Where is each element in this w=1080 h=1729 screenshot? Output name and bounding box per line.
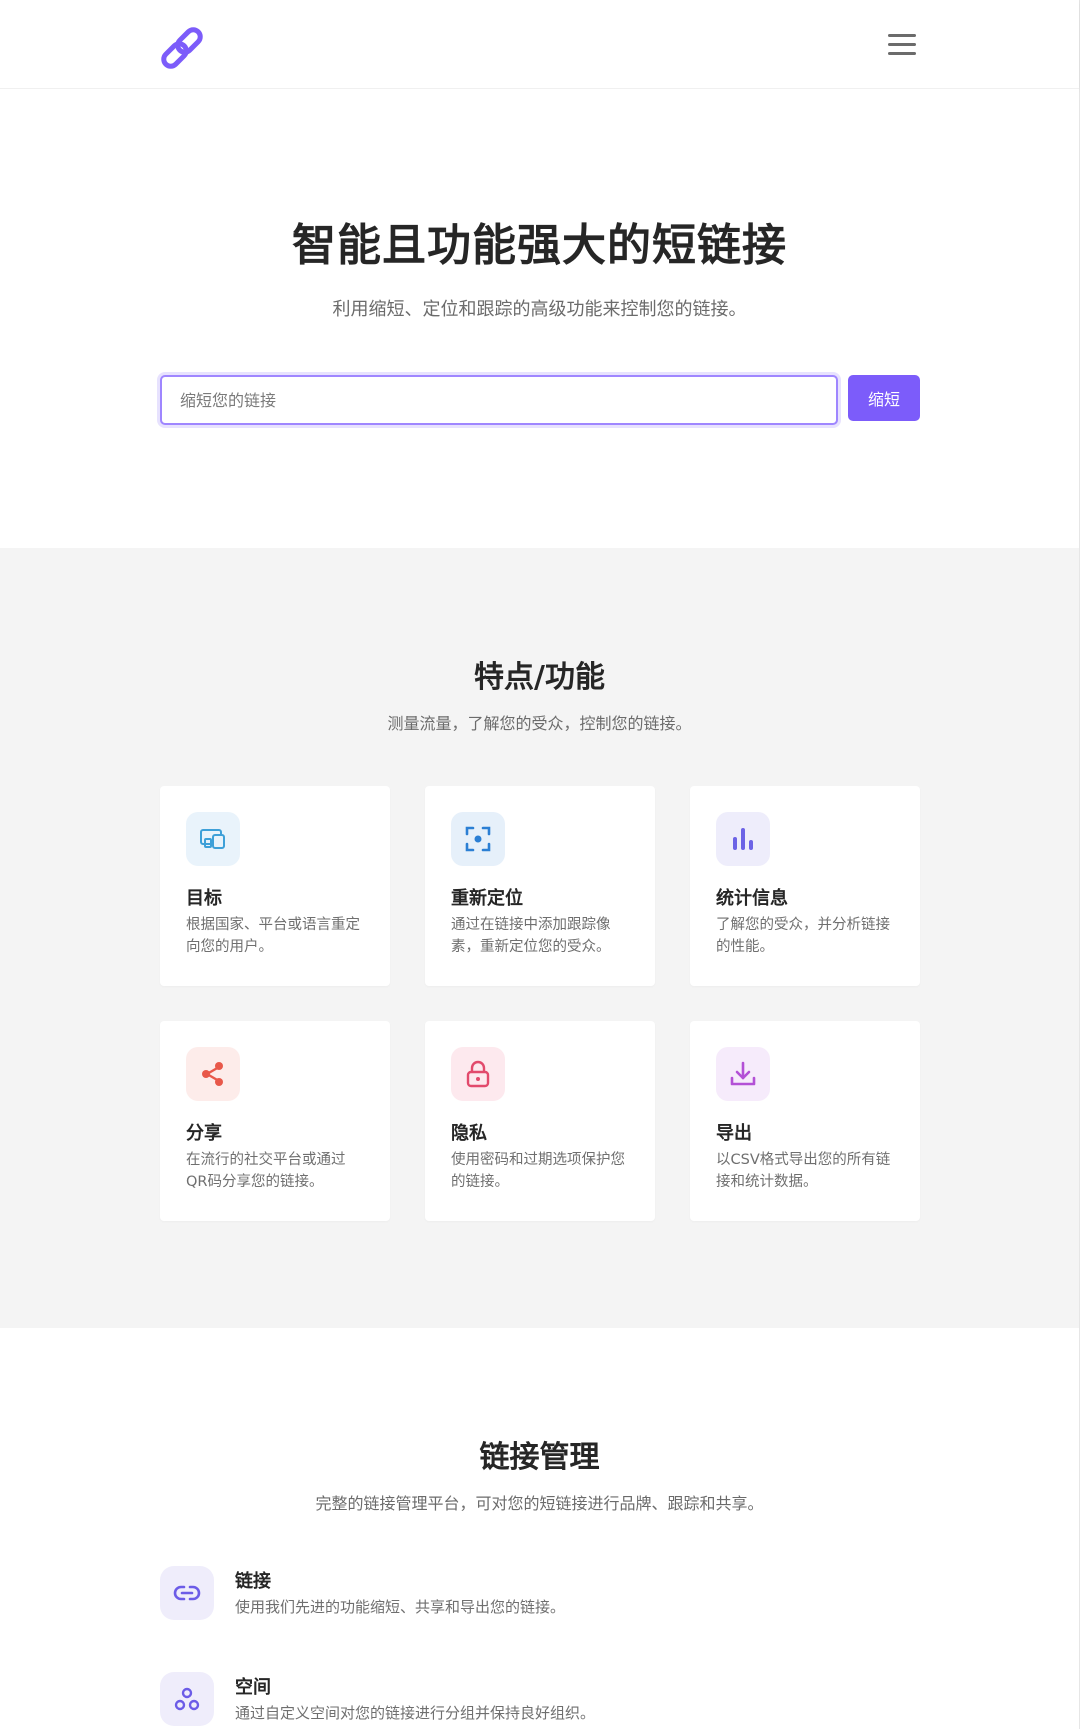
features-subtitle: 测量流量，了解您的受众，控制您的链接。 xyxy=(387,714,692,733)
hamburger-icon-bar xyxy=(888,34,916,37)
features-title: 特点/功能 xyxy=(474,660,605,695)
lock-icon xyxy=(451,1047,505,1101)
feature-card-privacy: 隐私 使用密码和过期选项保护您的链接。 xyxy=(425,1021,655,1221)
feature-card-title: 导出 xyxy=(716,1123,752,1144)
logo-link-icon[interactable] xyxy=(158,26,206,72)
spaces-icon xyxy=(160,1672,214,1726)
hamburger-menu-button[interactable] xyxy=(888,34,918,58)
feature-card-desc: 了解您的受众，并分析链接的性能。 xyxy=(716,917,890,955)
management-item-desc: 通过自定义空间对您的链接进行分组并保持良好组织。 xyxy=(235,1704,596,1722)
hero-subtitle: 利用缩短、定位和跟踪的高级功能来控制您的链接。 xyxy=(332,299,747,320)
management-item-spaces: 空间 通过自定义空间对您的链接进行分组并保持良好组织。 xyxy=(160,1672,860,1726)
feature-card-targeting: 目标 根据国家、平台或语言重定向您的用户。 xyxy=(160,786,390,986)
hamburger-icon-bar xyxy=(888,52,916,55)
share-icon xyxy=(186,1047,240,1101)
management-item-title: 链接 xyxy=(235,1571,271,1592)
link-icon xyxy=(160,1566,214,1620)
link-management-section: 链接管理 完整的链接管理平台，可对您的短链接进行品牌、跟踪和共享。 链接 使用我… xyxy=(0,1328,1079,1729)
devices-icon xyxy=(186,812,240,866)
feature-card-title: 隐私 xyxy=(451,1123,487,1144)
shorten-url-input[interactable] xyxy=(160,375,838,425)
feature-card-export: 导出 以CSV格式导出您的所有链接和统计数据。 xyxy=(690,1021,920,1221)
focus-target-icon xyxy=(451,812,505,866)
feature-card-title: 重新定位 xyxy=(451,888,523,909)
hamburger-icon-bar xyxy=(888,43,916,46)
hero-section: 智能且功能强大的短链接 利用缩短、定位和跟踪的高级功能来控制您的链接。 缩短 xyxy=(0,89,1079,548)
feature-card-desc: 使用密码和过期选项保护您的链接。 xyxy=(451,1152,625,1190)
download-icon xyxy=(716,1047,770,1101)
shorten-button[interactable]: 缩短 xyxy=(848,375,920,421)
management-title: 链接管理 xyxy=(479,1440,600,1475)
feature-card-statistics: 统计信息 了解您的受众，并分析链接的性能。 xyxy=(690,786,920,986)
management-item-title: 空间 xyxy=(235,1677,271,1698)
hero-title: 智能且功能强大的短链接 xyxy=(292,220,787,271)
feature-card-desc: 根据国家、平台或语言重定向您的用户。 xyxy=(186,917,360,955)
feature-card-title: 统计信息 xyxy=(716,888,788,909)
features-section: 特点/功能 测量流量，了解您的受众，控制您的链接。 目标 根据国家、平台或语言重… xyxy=(0,548,1079,1328)
feature-card-desc: 以CSV格式导出您的所有链接和统计数据。 xyxy=(716,1152,891,1190)
feature-card-title: 目标 xyxy=(186,888,222,909)
feature-card-retargeting: 重新定位 通过在链接中添加跟踪像素，重新定位您的受众。 xyxy=(425,786,655,986)
feature-card-title: 分享 xyxy=(186,1123,222,1144)
management-subtitle: 完整的链接管理平台，可对您的短链接进行品牌、跟踪和共享。 xyxy=(315,1494,764,1513)
top-navbar xyxy=(0,0,1079,89)
management-item-links: 链接 使用我们先进的功能缩短、共享和导出您的链接。 xyxy=(160,1566,860,1620)
feature-card-desc: 通过在链接中添加跟踪像素，重新定位您的受众。 xyxy=(451,917,611,955)
feature-card-desc: 在流行的社交平台或通过QR码分享您的链接。 xyxy=(186,1152,346,1190)
management-item-desc: 使用我们先进的功能缩短、共享和导出您的链接。 xyxy=(235,1598,566,1616)
feature-card-share: 分享 在流行的社交平台或通过QR码分享您的链接。 xyxy=(160,1021,390,1221)
bar-chart-icon xyxy=(716,812,770,866)
